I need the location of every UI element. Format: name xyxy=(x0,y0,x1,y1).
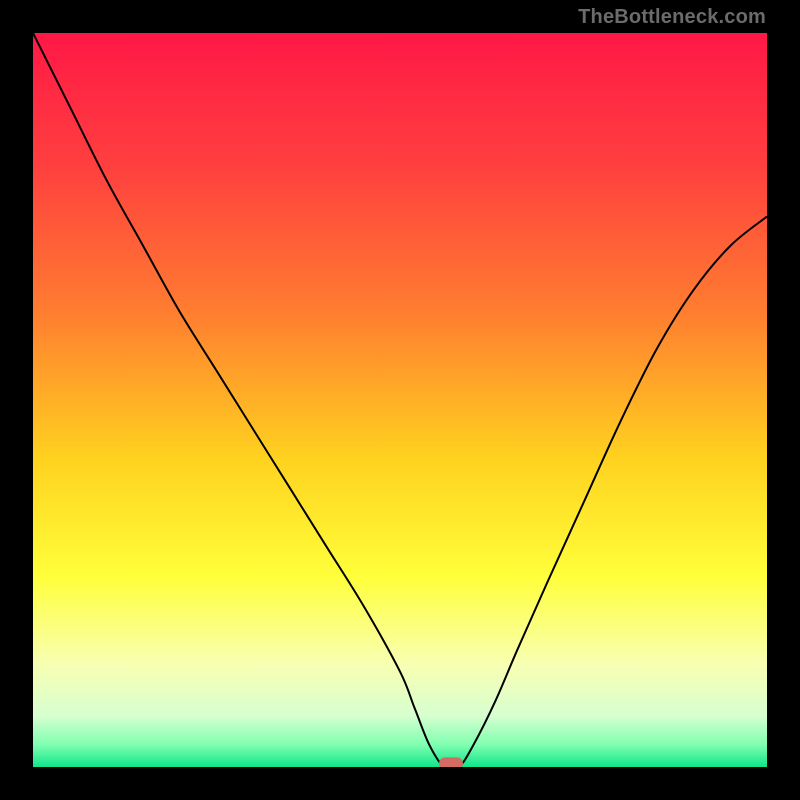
watermark-text: TheBottleneck.com xyxy=(578,6,766,29)
minimum-marker xyxy=(439,757,463,767)
bottleneck-curve xyxy=(33,33,767,767)
curve-path xyxy=(33,33,767,767)
chart-frame: TheBottleneck.com xyxy=(0,0,800,800)
plot-area xyxy=(33,33,767,767)
